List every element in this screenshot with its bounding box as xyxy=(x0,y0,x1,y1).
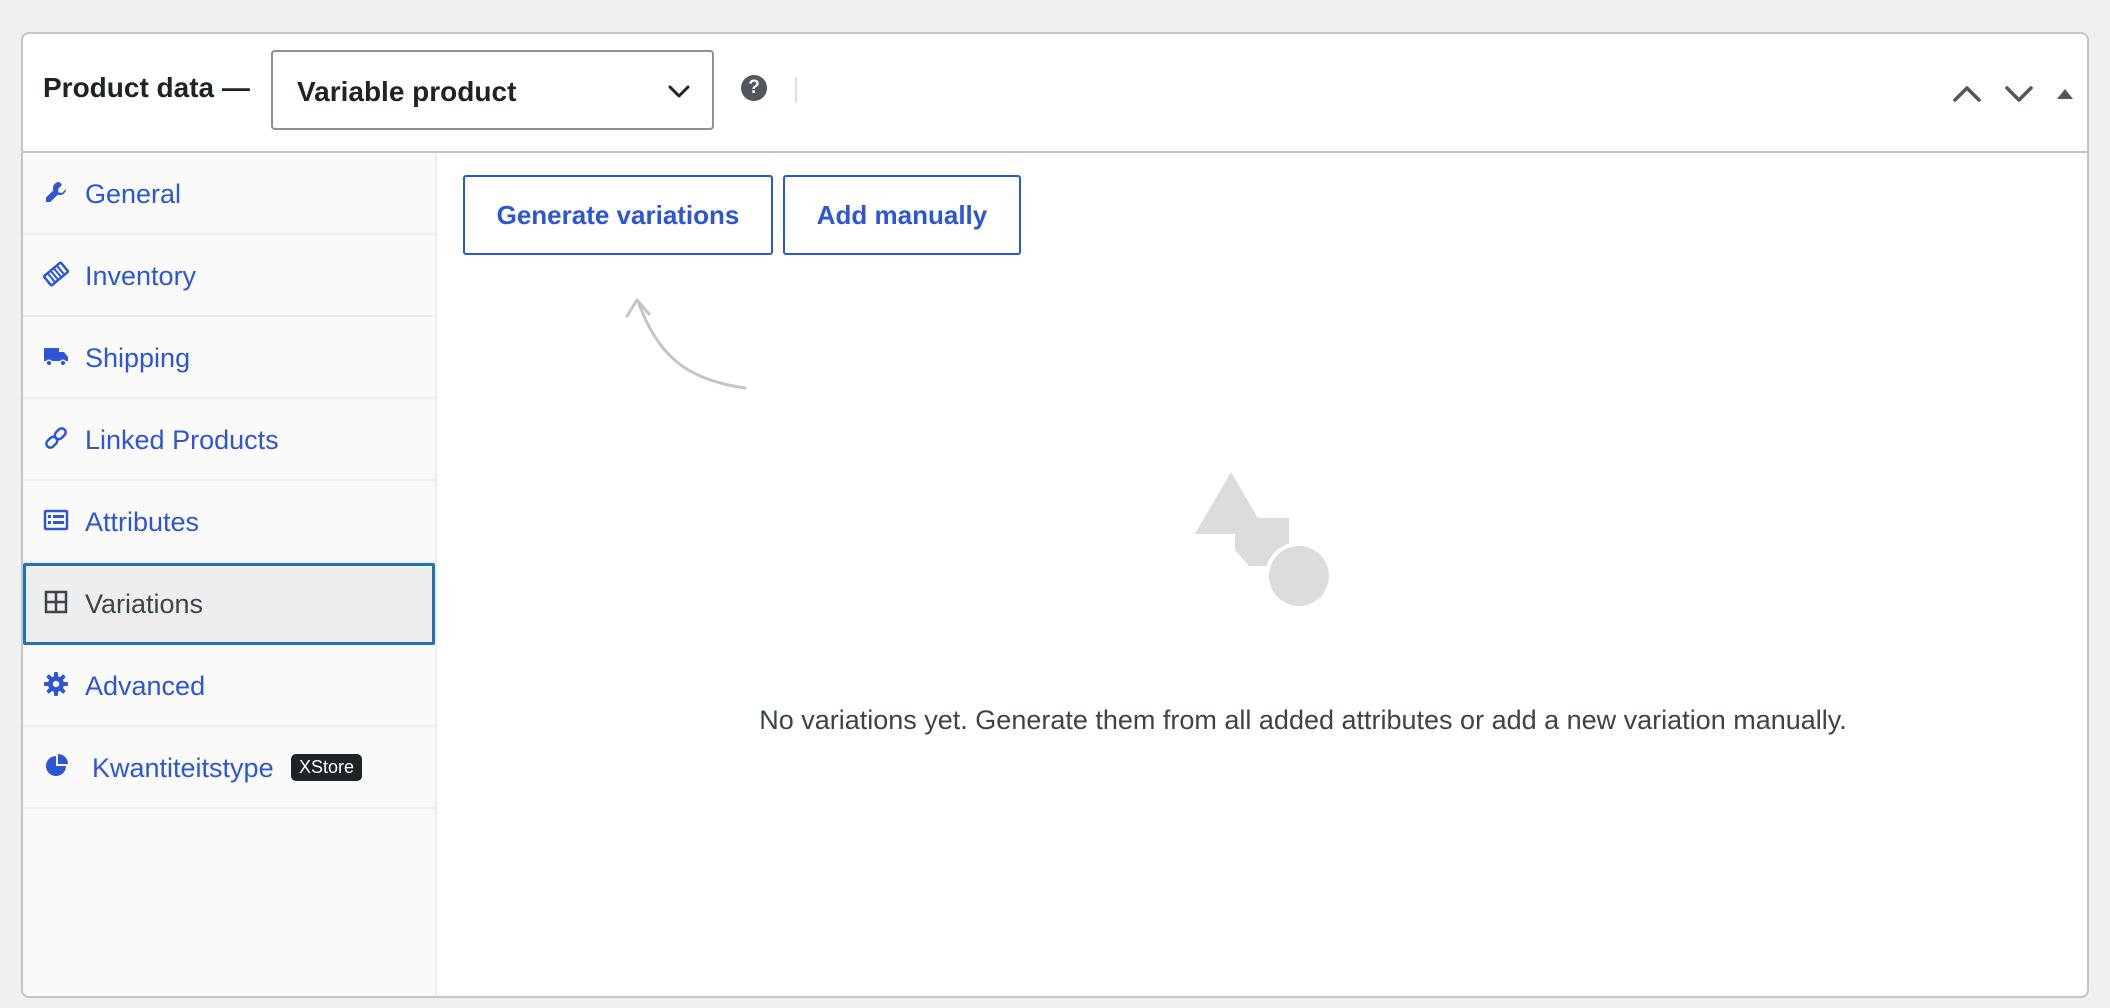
move-up-icon[interactable] xyxy=(1947,74,1987,114)
add-manually-button[interactable]: Add manually xyxy=(783,175,1021,255)
tab-general-label: General xyxy=(85,179,182,209)
tab-attributes[interactable]: Attributes xyxy=(23,481,435,563)
header-divider xyxy=(795,77,797,103)
curved-arrow-icon xyxy=(625,298,747,390)
product-type-value: Variable product xyxy=(297,76,517,107)
chevron-down-icon xyxy=(668,85,690,98)
tab-shipping-label: Shipping xyxy=(85,343,191,373)
grid-icon xyxy=(44,590,68,614)
tab-inventory-label: Inventory xyxy=(85,261,197,291)
tab-shipping[interactable]: Shipping xyxy=(23,317,435,399)
question-circle-icon[interactable]: ? xyxy=(741,75,767,101)
tab-kwantiteitstype-label: Kwantiteitstype xyxy=(92,753,274,783)
product-type-select[interactable]: Variable product xyxy=(271,50,714,130)
empty-state-message: No variations yet. Generate them from al… xyxy=(759,705,1847,735)
tab-variations[interactable]: Variations xyxy=(23,563,435,645)
tab-general[interactable]: General xyxy=(23,153,435,235)
link-icon xyxy=(45,427,67,449)
pie-chart-icon xyxy=(46,754,68,776)
tab-attributes-label: Attributes xyxy=(85,507,200,537)
move-down-icon[interactable] xyxy=(1999,74,2039,114)
tab-linked-products[interactable]: Linked Products xyxy=(23,399,435,481)
tab-variations-label: Variations xyxy=(85,589,204,619)
toggle-panel-icon[interactable] xyxy=(2045,74,2085,114)
gear-icon xyxy=(44,672,68,696)
generate-variations-button[interactable]: Generate variations xyxy=(463,175,773,255)
list-card-icon xyxy=(43,509,69,531)
product-data-tabs: General Inventory Shipping Linked Produc… xyxy=(23,153,437,996)
truck-icon xyxy=(44,348,68,367)
wrench-icon xyxy=(46,181,67,202)
shapes-placeholder-icon xyxy=(1195,472,1333,610)
tab-advanced[interactable]: Advanced xyxy=(23,645,435,727)
tag-icon xyxy=(43,261,69,287)
product-data-panel: Product data — Variable product ? Genera… xyxy=(21,32,2089,998)
tab-kwantiteitstype[interactable]: Kwantiteitstype XStore xyxy=(23,727,435,809)
tab-linked-products-label: Linked Products xyxy=(85,425,279,455)
panel-title: Product data — xyxy=(43,72,250,103)
panel-header: Product data — Variable product ? xyxy=(23,34,2087,153)
xstore-badge: XStore xyxy=(291,754,363,781)
tab-inventory[interactable]: Inventory xyxy=(23,235,435,317)
tab-advanced-label: Advanced xyxy=(85,671,206,701)
